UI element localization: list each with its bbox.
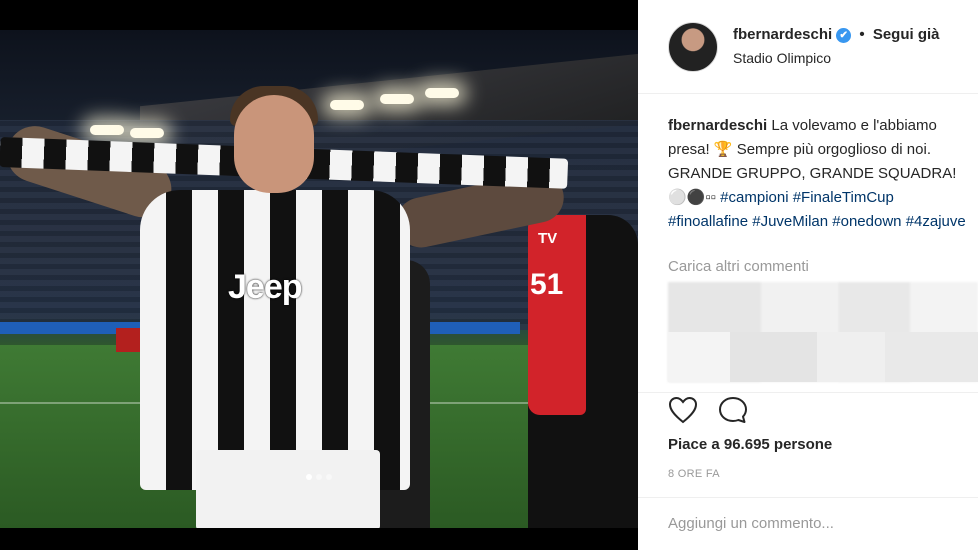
heart-icon[interactable]	[668, 396, 698, 424]
carousel-dots	[0, 474, 638, 480]
floodlight	[330, 100, 364, 110]
avatar[interactable]	[668, 22, 718, 72]
comment-divider	[638, 497, 978, 498]
location-link[interactable]: Stadio Olimpico	[733, 50, 831, 66]
floodlight	[90, 125, 124, 135]
username-link[interactable]: fbernardeschi	[733, 26, 832, 43]
post-photo[interactable]: TV 51 Jeep	[0, 0, 638, 550]
follow-button[interactable]: Segui già	[873, 26, 940, 43]
post-caption: fbernardeschi La volevamo e l'abbiamo pr…	[668, 114, 974, 234]
player-head	[234, 95, 314, 193]
floodlight	[380, 94, 414, 104]
tv-label: TV	[538, 230, 558, 247]
comment-icon[interactable]	[718, 396, 748, 424]
add-comment-input[interactable]	[668, 515, 958, 532]
floodlight	[425, 88, 459, 98]
stadium-scene: TV 51 Jeep	[0, 30, 638, 528]
floodlight	[130, 128, 164, 138]
hashtag-link[interactable]: #finoallafine	[668, 213, 748, 230]
carousel-dot[interactable]	[326, 474, 332, 480]
likes-count[interactable]: Piace a 96.695 persone	[668, 436, 832, 453]
jersey-sponsor: Jeep	[228, 268, 302, 306]
load-more-comments-link[interactable]: Carica altri commenti	[668, 258, 809, 275]
hashtag-link[interactable]: #onedown	[832, 213, 901, 230]
hashtag-link[interactable]: #FinaleTimCup	[793, 189, 894, 206]
verified-badge-icon: ✔	[836, 28, 852, 43]
hashtag-link[interactable]: #campioni	[720, 189, 788, 206]
hashtag-link[interactable]: #JuveMilan	[752, 213, 828, 230]
carousel-dot[interactable]	[306, 474, 312, 480]
carousel-dot[interactable]	[316, 474, 322, 480]
actions-divider	[638, 392, 978, 393]
tv-number: 51	[530, 268, 564, 301]
post-side-panel: fbernardeschi ✔ • Segui già Stadio Olimpi…	[638, 0, 978, 550]
player-jersey	[140, 190, 410, 490]
separator-dot: •	[859, 26, 865, 43]
player-shorts	[196, 450, 380, 528]
post-timestamp: 8 ORE FA	[668, 468, 720, 480]
post-header: fbernardeschi ✔ • Segui già Stadio Olimpi…	[638, 0, 978, 94]
post-header-user: fbernardeschi ✔ • Segui già	[733, 26, 940, 43]
caption-username[interactable]: fbernardeschi	[668, 117, 767, 134]
hashtag-link[interactable]: #4zajuve	[906, 213, 966, 230]
blurred-comments-row	[668, 332, 978, 382]
